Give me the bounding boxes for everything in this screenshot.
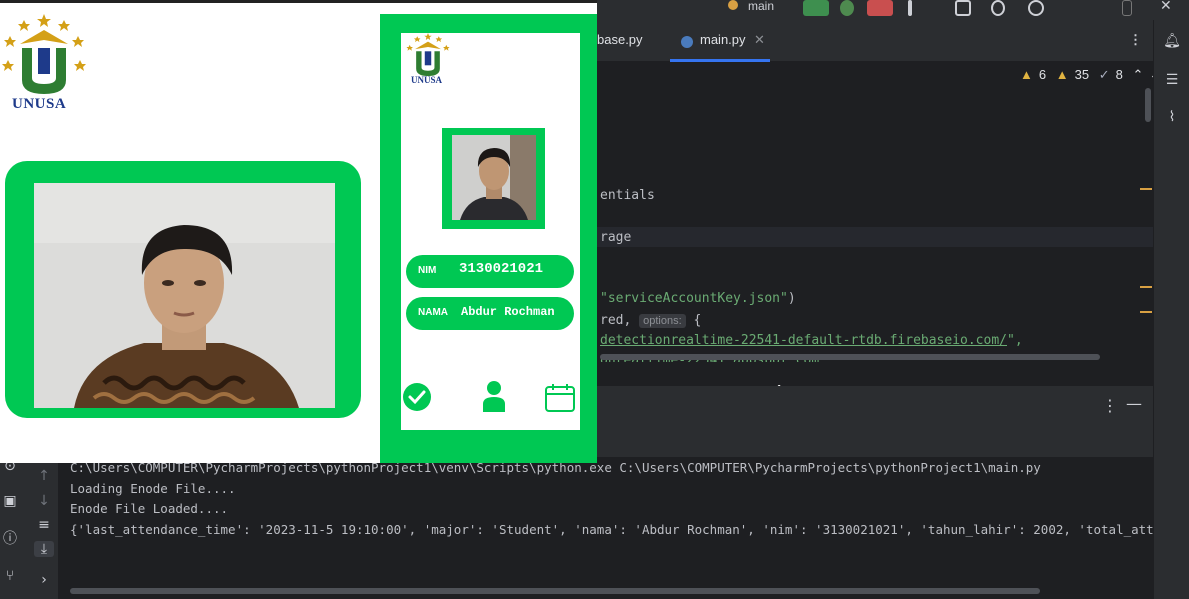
- minimize-panel-icon[interactable]: —: [1126, 394, 1142, 413]
- sciview-icon[interactable]: ⌇: [1163, 108, 1181, 126]
- gutter-marker: [1140, 286, 1152, 288]
- student-photo: [452, 135, 536, 220]
- logo-text: UNUSA: [12, 96, 67, 112]
- editor-vertical-scrollbar[interactable]: [1145, 88, 1151, 122]
- parameter-hint: options:: [639, 314, 686, 328]
- soft-wrap-icon[interactable]: ≡: [34, 517, 54, 533]
- close-tab-icon[interactable]: ✕: [754, 32, 765, 48]
- calendar-icon: [545, 384, 575, 412]
- typo-count: 8: [1115, 67, 1123, 82]
- face-attendance-window: UNUSA UNUSA NIM 3130021021 NAMA Abdur Ro…: [0, 0, 597, 463]
- editor-horizontal-scrollbar[interactable]: [600, 354, 1100, 360]
- add-user-icon[interactable]: [955, 0, 971, 16]
- person-live-image: [34, 183, 335, 408]
- database-icon[interactable]: ☰: [1163, 71, 1181, 89]
- more-actions-icon[interactable]: [908, 0, 912, 16]
- nama-field: NAMA Abdur Rochman: [406, 297, 574, 330]
- student-photo-image: [452, 135, 536, 220]
- editor-tab-bar: base.py main.py ✕ ⋮: [597, 20, 1153, 62]
- git-icon[interactable]: ⑂: [0, 568, 20, 584]
- nim-field: NIM 3130021021: [406, 255, 574, 288]
- code-line: "serviceAccountKey.json"): [600, 291, 796, 306]
- right-tool-strip: [1153, 20, 1189, 599]
- scroll-up-icon[interactable]: ↑: [34, 468, 54, 484]
- weak-warning-count: 35: [1074, 67, 1090, 82]
- window-title-bar: [0, 0, 597, 3]
- gutter-marker: [1140, 188, 1152, 190]
- maximize-icon[interactable]: [1122, 0, 1132, 16]
- tab-base-py[interactable]: base.py: [597, 32, 643, 47]
- more-options-icon[interactable]: ⋮: [1102, 396, 1118, 415]
- branch-name[interactable]: main: [748, 0, 774, 12]
- typo-icon: ✓: [1098, 67, 1110, 82]
- expand-icon[interactable]: ›: [34, 572, 54, 588]
- nim-value: 3130021021: [459, 261, 544, 277]
- code-line: rage: [600, 230, 632, 245]
- nama-label: NAMA: [418, 307, 448, 318]
- warning-count: 6: [1038, 67, 1047, 82]
- run-button[interactable]: [803, 0, 829, 16]
- inspection-widget[interactable]: ▲6 ▲35 ✓8 ⌃⌄: [1020, 67, 1166, 83]
- person-icon: [483, 381, 505, 412]
- console-line: Enode File Loaded....: [70, 501, 229, 516]
- tab-menu-icon[interactable]: ⋮: [1129, 32, 1142, 48]
- stop-button[interactable]: [867, 0, 893, 16]
- scroll-to-end-icon[interactable]: ⤓: [34, 541, 54, 557]
- nim-label: NIM: [418, 265, 437, 276]
- scroll-down-icon[interactable]: ↓: [34, 493, 54, 509]
- warning-icon: ▲: [1020, 67, 1033, 82]
- code-line: detectionrealtime-22541-default-rtdb.fir…: [600, 333, 1023, 348]
- problems-icon[interactable]: ⓘ: [0, 531, 20, 547]
- settings-icon[interactable]: [1028, 0, 1044, 16]
- notifications-icon[interactable]: 🔔︎: [1163, 32, 1181, 50]
- panel-splitter[interactable]: [597, 362, 1153, 386]
- code-line: red, options: {: [600, 313, 702, 328]
- card-logo-text: UNUSA: [411, 75, 443, 85]
- console-line: {'last_attendance_time': '2023-11-5 19:1…: [70, 522, 1153, 537]
- code-line: entials: [600, 188, 655, 203]
- close-window-icon[interactable]: ✕: [1160, 0, 1174, 14]
- run-tool-window-header: [597, 386, 1153, 426]
- search-icon[interactable]: [991, 0, 1005, 16]
- prev-highlight-icon[interactable]: ⌃: [1132, 67, 1143, 82]
- python-file-icon: [681, 36, 693, 48]
- weak-warning-icon: ▲: [1055, 67, 1069, 82]
- current-line-highlight: [597, 227, 1153, 247]
- console-horizontal-scrollbar[interactable]: [70, 588, 1040, 594]
- tab-main-py[interactable]: main.py: [700, 32, 746, 47]
- console-line: Loading Enode File....: [70, 481, 236, 496]
- student-card: [401, 33, 580, 430]
- branch-icon: [728, 0, 738, 10]
- nama-value: Abdur Rochman: [461, 305, 555, 319]
- check-circle-icon: [403, 383, 431, 411]
- webcam-feed: [34, 183, 335, 408]
- debug-icon[interactable]: [840, 0, 854, 16]
- terminal-icon[interactable]: ▣: [0, 493, 20, 509]
- gutter-marker: [1140, 311, 1152, 313]
- run-tool-window-toolbar: [597, 426, 1153, 458]
